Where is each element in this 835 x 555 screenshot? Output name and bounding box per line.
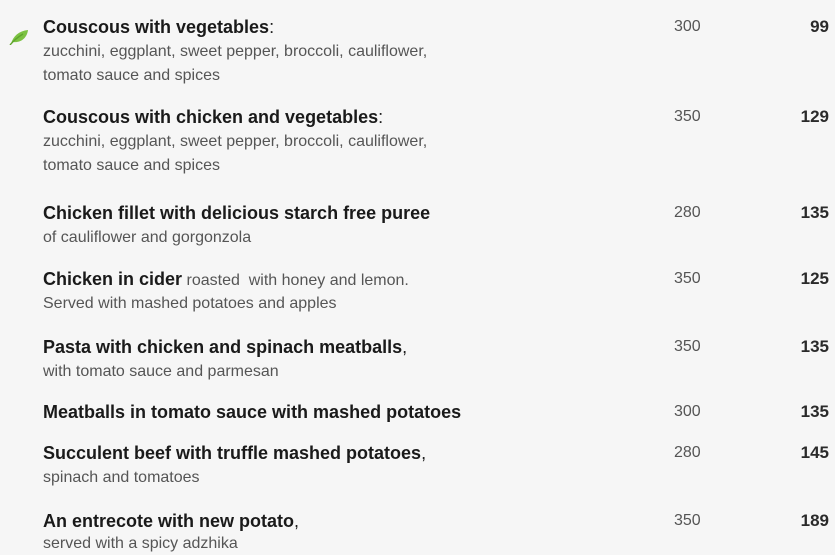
item-name: Couscous with vegetables: [43, 17, 270, 37]
item-description: zucchini, eggplant, sweet pepper, brocco…: [43, 133, 428, 174]
item-title: Chicken in cider roasted with honey and …: [43, 266, 409, 294]
menu-item: Meatballs in tomato sauce with mashed po…: [0, 399, 835, 427]
item-name: Chicken in cider: [43, 269, 183, 289]
item-name-suffix: ,: [294, 511, 300, 531]
item-title: Succulent beef with truffle mashed potat…: [43, 440, 426, 466]
item-title: Pasta with chicken and spinach meatballs…: [43, 334, 407, 360]
item-name: Chicken fillet with delicious starch fre…: [43, 203, 431, 223]
menu-item: Succulent beef with truffle mashed potat…: [0, 440, 835, 492]
item-name-suffix: ,: [402, 337, 408, 357]
item-name: Couscous with chicken and vegetables: [43, 107, 379, 127]
menu-item: Chicken in cider roasted with honey and …: [0, 266, 835, 318]
item-price: 135: [800, 203, 829, 222]
item-inline-description: roasted with honey and lemon.: [182, 272, 409, 289]
item-weight: 280: [674, 444, 701, 461]
item-price: 189: [800, 511, 829, 530]
item-weight: 350: [674, 338, 701, 355]
leaf-icon: [9, 30, 28, 45]
item-description: of cauliflower and gorgonzola: [43, 229, 252, 246]
item-description: zucchini, eggplant, sweet pepper, brocco…: [43, 43, 428, 84]
item-title: An entrecote with new potato,: [43, 508, 299, 534]
item-price: 125: [800, 269, 829, 288]
item-name: Pasta with chicken and spinach meatballs: [43, 337, 403, 357]
item-title: Couscous with vegetables:: [43, 14, 274, 40]
menu-item: Couscous with vegetables: zucchini, eggp…: [0, 14, 835, 94]
item-price: 99: [810, 17, 829, 36]
item-price: 135: [800, 337, 829, 356]
item-weight: 350: [674, 108, 701, 125]
item-title: Meatballs in tomato sauce with mashed po…: [43, 399, 461, 425]
menu-item: Chicken fillet with delicious starch fre…: [0, 200, 835, 252]
item-description: served with a spicy adzhika: [43, 535, 238, 552]
menu-list: Couscous with vegetables: zucchini, eggp…: [0, 0, 835, 555]
item-name: Succulent beef with truffle mashed potat…: [43, 443, 422, 463]
item-price: 129: [800, 107, 829, 126]
item-name-suffix: :: [378, 107, 384, 127]
menu-item: Pasta with chicken and spinach meatballs…: [0, 334, 835, 386]
menu-item: Couscous with chicken and vegetables: zu…: [0, 104, 835, 184]
item-description: with tomato sauce and parmesan: [43, 363, 279, 380]
item-price: 135: [800, 402, 829, 421]
item-description: spinach and tomatoes: [43, 469, 200, 486]
item-title: Chicken fillet with delicious starch fre…: [43, 200, 430, 226]
item-name: Meatballs in tomato sauce with mashed po…: [43, 402, 462, 422]
item-description: Served with mashed potatoes and apples: [43, 295, 337, 312]
item-name-suffix: ,: [421, 443, 427, 463]
item-weight: 300: [674, 18, 701, 35]
item-title: Couscous with chicken and vegetables:: [43, 104, 383, 130]
item-name: An entrecote with new potato: [43, 511, 295, 531]
item-price: 145: [800, 443, 829, 462]
item-weight: 280: [674, 204, 701, 221]
item-weight: 350: [674, 270, 701, 287]
item-name-suffix: :: [269, 17, 275, 37]
item-weight: 350: [674, 512, 701, 529]
menu-item: An entrecote with new potato, served wit…: [0, 508, 835, 555]
item-weight: 300: [674, 403, 701, 420]
